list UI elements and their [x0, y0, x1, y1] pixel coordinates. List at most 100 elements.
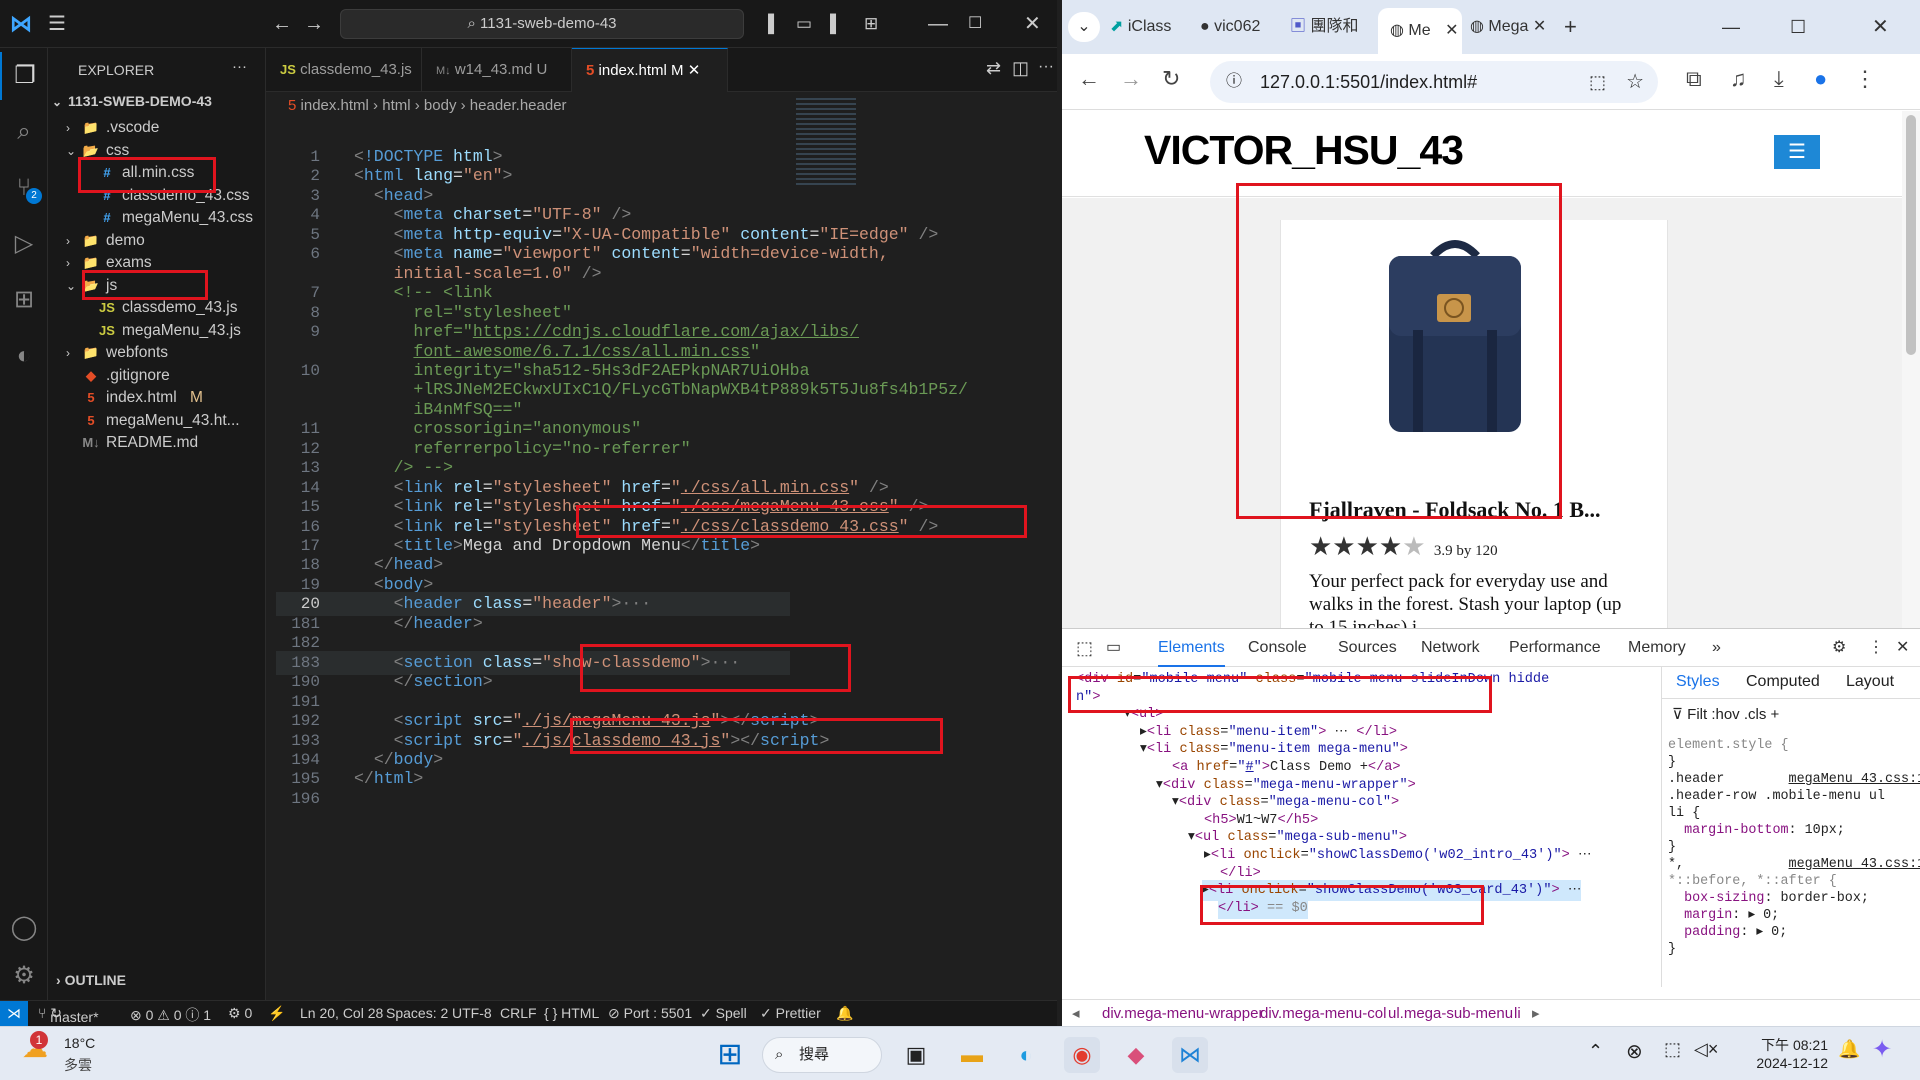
inspect-element-icon[interactable]: ⬚ [1076, 629, 1093, 667]
search-icon[interactable]: ⌕ [0, 108, 48, 156]
notifications-bell-icon[interactable]: 🔔 [836, 1005, 853, 1022]
address-bar[interactable]: ⓘ 127.0.0.1:5501/index.html# ⬚ ☆ [1210, 61, 1658, 103]
live-server-status[interactable]: ⊘ Port : 5501 [608, 1005, 692, 1022]
tree-item[interactable]: M↓ README.md [48, 429, 266, 456]
run-debug-icon[interactable]: ▷ [0, 220, 48, 268]
taskbar-search[interactable]: ⌕ 搜尋 [762, 1037, 882, 1073]
weather-desc[interactable]: 多雲 [64, 1055, 92, 1075]
chrome-tab-iclass[interactable]: ⬈ iClass [1110, 10, 1200, 44]
tab-computed[interactable]: Computed [1746, 673, 1820, 691]
prettier-status[interactable]: ✓ Prettier [760, 1005, 821, 1022]
extensions-icon[interactable]: ⊞ [0, 276, 48, 324]
split-editor-icon[interactable]: ◫ [1012, 58, 1029, 79]
task-view-icon[interactable]: ▣ [898, 1037, 934, 1073]
code-line[interactable]: 196 [266, 787, 1057, 811]
minimap[interactable] [796, 98, 856, 188]
ports-status[interactable]: ⚙ 0 [228, 1005, 252, 1022]
volume-icon[interactable]: ◁× [1694, 1039, 1718, 1060]
chrome-browser-icon[interactable]: ◉ [1064, 1037, 1100, 1073]
back-arrow-icon[interactable]: ← [1078, 66, 1100, 92]
media-control-icon[interactable]: ♫ [1730, 66, 1747, 92]
encoding-status[interactable]: UTF-8 [452, 1005, 492, 1021]
tab-layout[interactable]: Layout [1846, 673, 1894, 691]
show-hidden-icons[interactable]: ⌃ [1588, 1041, 1603, 1062]
bookmark-star-icon[interactable]: ☆ [1626, 61, 1644, 103]
maximize-icon[interactable]: ☐ [1790, 10, 1814, 44]
page-scrollbar[interactable] [1902, 111, 1920, 628]
explorer-icon[interactable]: ❐ [0, 52, 48, 100]
more-tabs-icon[interactable]: » [1712, 629, 1721, 667]
scroll-left-icon[interactable]: ◂ [1072, 1000, 1080, 1028]
extensions-icon[interactable]: ⧉ [1686, 66, 1702, 92]
scroll-right-icon[interactable]: ▸ [1532, 1000, 1540, 1028]
spell-status[interactable]: ✓ Spell [700, 1005, 747, 1022]
project-root[interactable]: ⌄ 1131-SWEB-DEMO-43 [48, 88, 266, 115]
hamburger-menu-icon[interactable]: ☰ [48, 0, 66, 48]
tab-sources[interactable]: Sources [1338, 629, 1397, 667]
notification-bell-icon[interactable]: 🔔 [1838, 1039, 1860, 1060]
windows-start-icon[interactable]: ⊞ [712, 1037, 748, 1073]
profile-avatar-icon[interactable]: ● [1814, 66, 1827, 92]
source-control-icon[interactable]: ⑂ 2 [0, 164, 48, 212]
forward-arrow-icon[interactable]: → [1120, 66, 1142, 92]
copilot-icon[interactable]: ✦ [1872, 1035, 1892, 1064]
back-arrow-icon[interactable]: ← [272, 0, 292, 48]
style-rules[interactable]: element.style { } .header megaMenu_43.cs… [1668, 737, 1920, 958]
toggle-sidebar-icon[interactable]: ▐ [762, 0, 774, 48]
problems-status[interactable]: ⊗ 0 ⚠ 0 ⓘ 1 [130, 1005, 211, 1025]
dom-node-line[interactable]: ▸<li onclick="showClassDemo('w02_intro_4… [1204, 845, 1592, 866]
close-tab-icon[interactable]: ✕ [688, 62, 701, 79]
branch-status[interactable]: ⑂ master* ↻ [38, 1005, 99, 1025]
file-explorer-icon[interactable]: ▬ [954, 1037, 990, 1073]
editor-more-icon[interactable]: ··· [1038, 58, 1054, 76]
toggle-secondary-sidebar-icon[interactable]: ▌ [830, 0, 842, 48]
close-icon[interactable]: ✕ [1024, 0, 1041, 48]
close-tab-icon[interactable]: ✕ [1445, 22, 1458, 39]
indentation-status[interactable]: Spaces: 2 [386, 1005, 448, 1021]
chrome-tab-teams[interactable]: ▣ 團隊和 [1290, 10, 1376, 44]
devtools-close-icon[interactable]: ✕ [1896, 629, 1909, 667]
minimize-icon[interactable]: — [928, 0, 948, 48]
lightning-icon[interactable]: ⚡ [268, 1005, 285, 1022]
download-icon[interactable]: ⤓ [1774, 66, 1784, 92]
toggle-panel-icon[interactable]: ▭ [796, 0, 812, 48]
language-status[interactable]: { } HTML [544, 1005, 599, 1021]
chrome-menu-icon[interactable]: ⋮ [1854, 66, 1876, 92]
tab-search-icon[interactable]: ⌄ [1068, 12, 1100, 42]
forward-arrow-icon[interactable]: → [304, 0, 324, 48]
app-diamond-icon[interactable]: ◆ [1118, 1037, 1154, 1073]
maximize-icon[interactable]: ☐ [968, 0, 982, 48]
new-tab-icon[interactable]: + [1564, 10, 1588, 44]
network-icon[interactable]: ⬚ [1664, 1039, 1681, 1060]
code-editor[interactable]: 1 <!DOCTYPE html> 2 <html lang="en"> 3 <head… [266, 145, 1057, 1005]
tab-console[interactable]: Console [1248, 629, 1307, 667]
tray-app-icon[interactable]: ⊗ [1626, 1039, 1643, 1064]
tab-classdemo-js[interactable]: JS classdemo_43.js [266, 48, 422, 92]
chrome-tab-mega[interactable]: ◍ Mega ✕ [1470, 10, 1556, 44]
scrollbar-thumb[interactable] [1906, 115, 1916, 355]
devtools-settings-icon[interactable]: ⚙ [1832, 629, 1846, 667]
cursor-position[interactable]: Ln 20, Col 28 [300, 1005, 383, 1021]
vscode-taskbar-icon[interactable]: ⋈ [1172, 1037, 1208, 1073]
tab-elements[interactable]: Elements [1158, 629, 1225, 667]
edge-browser-icon[interactable]: ◐ [1008, 1037, 1044, 1073]
remote-explorer-icon[interactable]: ◐ [0, 332, 48, 380]
settings-gear-icon[interactable]: ⚙ [0, 952, 48, 1000]
tab-performance[interactable]: Performance [1509, 629, 1601, 667]
eol-status[interactable]: CRLF [500, 1005, 537, 1021]
temperature[interactable]: 18°C [64, 1035, 95, 1051]
chrome-tab-github[interactable]: ● vic062 [1200, 10, 1286, 44]
account-icon[interactable]: ◯ [0, 904, 48, 952]
devtools-menu-icon[interactable]: ⋮ [1868, 629, 1884, 667]
elements-dom-tree[interactable]: <div id="mobile-menu" class="mobile-menu… [1062, 667, 1658, 987]
tab-network[interactable]: Network [1421, 629, 1480, 667]
outline-section[interactable]: › OUTLINE [56, 972, 126, 988]
translate-icon[interactable]: ⬚ [1589, 61, 1606, 103]
minimize-icon[interactable]: — [1722, 10, 1746, 44]
device-toolbar-icon[interactable]: ▭ [1106, 629, 1121, 667]
clock-time[interactable]: 下午 08:21 [1744, 1035, 1828, 1055]
command-center-search[interactable]: ⌕ 1131-sweb-demo-43 [340, 9, 744, 39]
reload-icon[interactable]: ↻ [1162, 66, 1180, 92]
styles-filter[interactable]: ⊽ Filt :hov .cls + [1672, 705, 1779, 723]
clock-date[interactable]: 2024-12-12 [1744, 1055, 1828, 1071]
